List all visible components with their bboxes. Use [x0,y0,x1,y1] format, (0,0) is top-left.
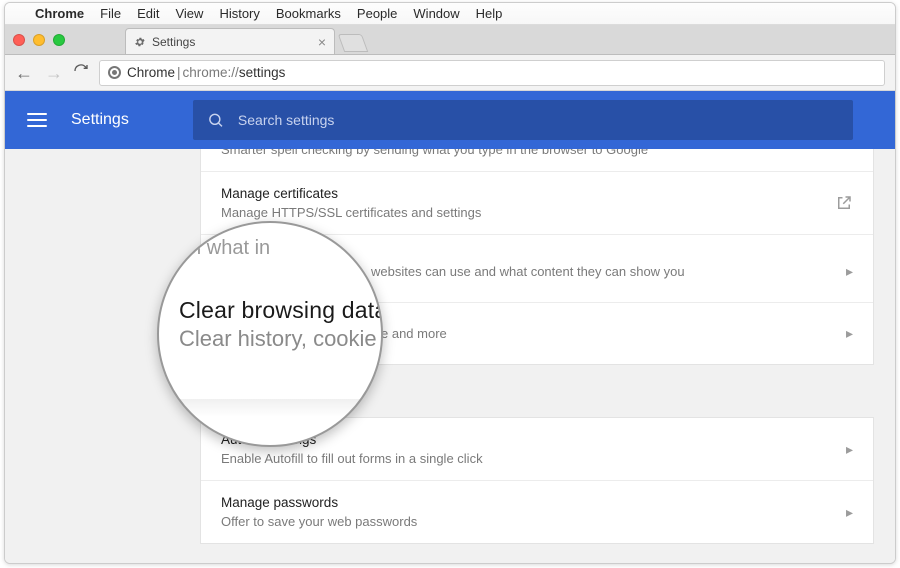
row-passwords-sub: Offer to save your web passwords [221,514,417,529]
new-tab-button[interactable] [338,34,369,52]
chevron-right-icon: ▸ [846,441,853,458]
menubar-window[interactable]: Window [413,6,459,21]
menubar-bookmarks[interactable]: Bookmarks [276,6,341,21]
row-certificates[interactable]: Manage certificates Manage HTTPS/SSL cer… [201,171,873,234]
menubar-edit[interactable]: Edit [137,6,159,21]
row-spellcheck-sub: Smarter spell checking by sending what y… [221,149,648,157]
chevron-right-icon: ▸ [846,263,853,280]
chevron-right-icon: ▸ [846,325,853,342]
tab-strip: Settings × [5,25,895,55]
row-certificates-sub: Manage HTTPS/SSL certificates and settin… [221,205,481,220]
back-button[interactable]: ← [15,64,33,82]
search-input[interactable] [238,112,839,128]
row-spellcheck[interactable]: Smarter spell checking by sending what y… [201,149,873,171]
row-passwords-title: Manage passwords [221,495,417,510]
navigation-buttons: ← → [15,64,63,82]
row-passwords[interactable]: Manage passwords Offer to save your web … [201,480,873,543]
tab-close-button[interactable]: × [318,35,326,49]
tab-title: Settings [152,35,195,49]
omnibox-divider: | [177,65,181,80]
settings-search[interactable] [193,100,853,140]
macos-menubar: Chrome File Edit View History Bookmarks … [5,3,895,25]
magnifier-overlay: rol what in Clear browsing data Clear hi… [157,221,383,447]
magnifier-fragment: rol what in [179,237,270,260]
settings-header: Settings [5,91,895,149]
search-icon [207,111,224,129]
reload-button[interactable] [73,63,89,83]
menu-button[interactable] [27,113,47,127]
external-link-icon[interactable] [835,194,853,212]
window-close-button[interactable] [13,34,25,46]
forward-button: → [45,64,63,82]
omnibox-prefix: Chrome [127,65,175,80]
chevron-right-icon: ▸ [846,504,853,521]
omnibox-scheme: chrome:// [183,65,239,80]
omnibox-path: settings [239,65,286,80]
magnifier-title: Clear browsing data [179,297,383,324]
settings-content: Smarter spell checking by sending what y… [5,149,895,563]
window-minimize-button[interactable] [33,34,45,46]
window-controls [13,25,125,54]
magnifier-subtitle: Clear history, cookie [179,326,383,352]
toolbar: ← → Chrome | chrome://settings [5,55,895,91]
row-autofill-sub: Enable Autofill to fill out forms in a s… [221,451,483,466]
menubar-history[interactable]: History [219,6,259,21]
gear-icon [134,36,146,48]
menubar-file[interactable]: File [100,6,121,21]
site-info-icon[interactable] [108,66,121,79]
address-bar[interactable]: Chrome | chrome://settings [99,60,885,86]
menubar-help[interactable]: Help [476,6,503,21]
menubar-view[interactable]: View [175,6,203,21]
tab-settings[interactable]: Settings × [125,28,335,54]
magnifier-shadow [159,399,381,417]
row-certificates-title: Manage certificates [221,186,481,201]
page-title: Settings [71,111,129,129]
window-zoom-button[interactable] [53,34,65,46]
menubar-app[interactable]: Chrome [35,6,84,21]
menubar-people[interactable]: People [357,6,397,21]
